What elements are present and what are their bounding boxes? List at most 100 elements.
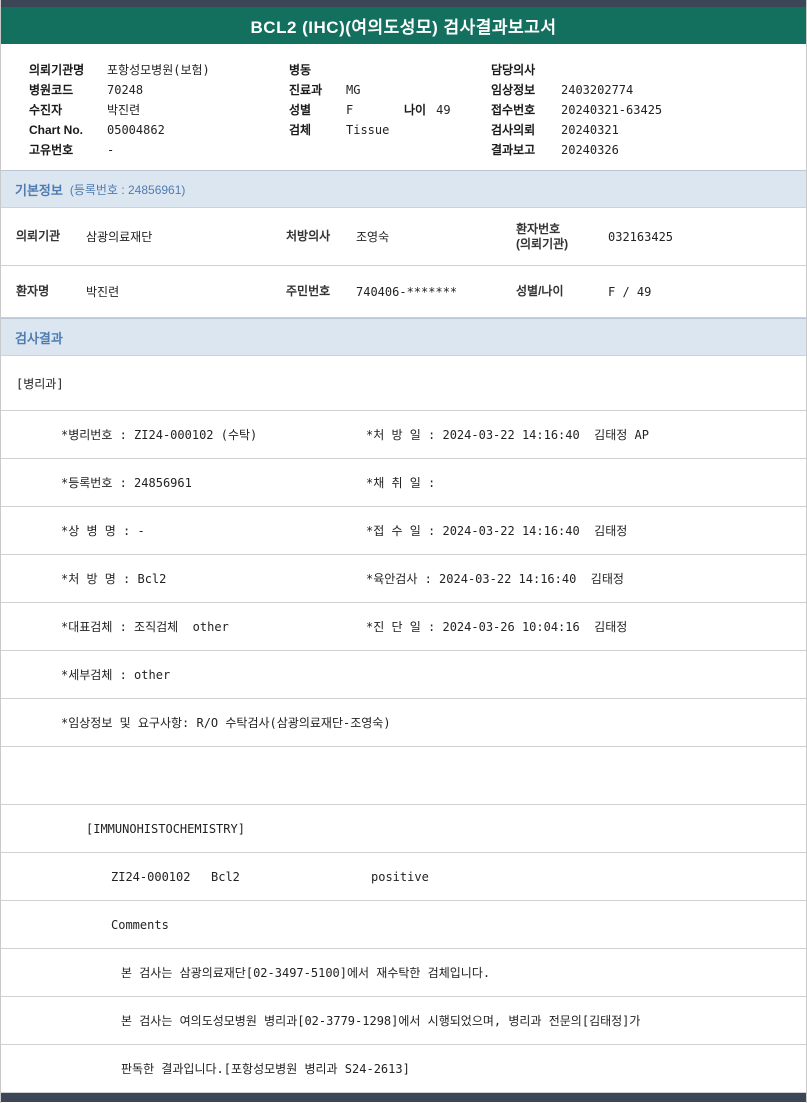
section-title: 검사결과 [15,328,63,347]
field-clinical-info: 임상정보 2403202774 [491,80,798,100]
section-header-basic-info: 기본정보 (등록번호 : 24856961) [1,170,806,208]
comment-line: 본 검사는 여의도성모병원 병리과[02-3779-1298]에서 시행되었으며… [1,997,806,1045]
section-header-results: 검사결과 [1,318,806,356]
bottom-strip [1,1093,806,1102]
detail-left: *대표검체 : 조직검체 other [61,618,366,635]
field-label: Chart No. [29,120,107,140]
detail-right: *육안검사 : 2024-03-22 14:16:40 김태정 [366,570,624,587]
comment-text: 본 검사는 삼광의료재단[02-3497-5100]에서 재수탁한 검체입니다. [121,964,490,981]
field-specimen: 검체 Tissue [289,120,491,140]
field-value: Tissue [346,120,389,140]
field-value: 70248 [107,80,143,100]
detail-row-sub-specimen: *세부검체 : other [1,651,806,699]
patient-header-middle: 병동 진료과 MG 성별 F 나이 49 검체 Tissue [289,60,491,170]
field-label: 병동 [289,60,346,80]
field-label: 담당의사 [491,60,561,80]
comment-line: 본 검사는 삼광의료재단[02-3497-5100]에서 재수탁한 검체입니다. [1,949,806,997]
title-bar: BCL2 (IHC)(여의도성모) 검사결과보고서 [1,7,806,44]
comments-header-row: Comments [1,901,806,949]
field-unique-no: 고유번호 - [29,140,289,160]
ihc-result-value: positive [371,870,429,884]
field-value: 2403202774 [561,80,633,100]
field-label: 병원코드 [29,80,107,100]
field-value-sex: F [346,100,404,120]
top-strip [1,0,806,7]
label-resident-no: 주민번호 [286,284,356,299]
field-value-age: 49 [436,100,450,120]
detail-right: *처 방 일 : 2024-03-22 14:16:40 김태정 AP [366,426,649,443]
field-sex-age: 성별 F 나이 49 [289,100,491,120]
department-label: [병리과] [16,375,64,392]
detail-left: *임상정보 및 요구사항: R/O 수탁검사(삼광의료재단-조영숙) [61,714,391,731]
field-department: 진료과 MG [289,80,491,100]
section-title: 기본정보 [15,180,63,199]
detail-row-diagnosis-name: *상 병 명 : - *접 수 일 : 2024-03-22 14:16:40 … [1,507,806,555]
basic-info-row: 의뢰기관 삼광의료재단 처방의사 조영숙 환자번호 (의뢰기관) 0321634… [1,208,806,266]
label-patient-no: 환자번호 (의뢰기관) [516,222,608,252]
section-subtitle: (등록번호 : 24856961) [70,181,186,198]
detail-left: *처 방 명 : Bcl2 [61,570,366,587]
field-value: MG [346,80,360,100]
detail-left: *등록번호 : 24856961 [61,474,366,491]
ihc-result-row: ZI24-000102 Bcl2 positive [1,853,806,901]
field-report-date: 결과보고 20240326 [491,140,798,160]
field-label: 검사의뢰 [491,120,561,140]
field-label: 진료과 [289,80,346,100]
field-referring-org-name: 의뢰기관명 포항성모병원(보험) [29,60,289,80]
field-label: 검체 [289,120,346,140]
field-patient: 수진자 박진련 [29,100,289,120]
field-value: 20240321-63425 [561,100,662,120]
report-page: BCL2 (IHC)(여의도성모) 검사결과보고서 의뢰기관명 포항성모병원(보… [0,0,807,1103]
detail-row-registration-no: *등록번호 : 24856961 *채 취 일 : [1,459,806,507]
value-patient-no: 032163425 [608,230,806,244]
spacer-row [1,747,806,805]
field-label-age: 나이 [404,100,426,120]
detail-row-main-specimen: *대표검체 : 조직검체 other *진 단 일 : 2024-03-26 1… [1,603,806,651]
patient-header-left: 의뢰기관명 포항성모병원(보험) 병원코드 70248 수진자 박진련 Char… [29,60,289,170]
detail-row-clinical-request: *임상정보 및 요구사항: R/O 수탁검사(삼광의료재단-조영숙) [1,699,806,747]
field-value: 박진련 [107,100,140,120]
field-value: - [107,140,114,160]
ihc-test-name: Bcl2 [211,870,371,884]
label-patient-name: 환자명 [16,284,86,299]
field-label: 결과보고 [491,140,561,160]
patient-header-right: 담당의사 임상정보 2403202774 접수번호 20240321-63425… [491,60,798,170]
value-sex-age: F / 49 [608,285,806,299]
field-label: 수진자 [29,100,107,120]
detail-row-order-name: *처 방 명 : Bcl2 *육안검사 : 2024-03-22 14:16:4… [1,555,806,603]
field-request-date: 검사의뢰 20240321 [491,120,798,140]
ihc-section-label: [IMMUNOHISTOCHEMISTRY] [86,822,245,836]
basic-info-row: 환자명 박진련 주민번호 740406-******* 성별/나이 F / 49 [1,266,806,318]
comment-text: 본 검사는 여의도성모병원 병리과[02-3779-1298]에서 시행되었으며… [121,1012,640,1029]
value-referring-org: 삼광의료재단 [86,228,286,245]
field-label: 고유번호 [29,140,107,160]
comment-text: 판독한 결과입니다.[포항성모병원 병리과 S24-2613] [121,1060,410,1077]
label-sex-age: 성별/나이 [516,284,608,299]
field-label: 접수번호 [491,100,561,120]
comments-label: Comments [111,918,169,932]
detail-right: *접 수 일 : 2024-03-22 14:16:40 김태정 [366,522,627,539]
value-resident-no: 740406-******* [356,285,516,299]
detail-right: *채 취 일 : [366,474,435,491]
field-ward: 병동 [289,60,491,80]
comment-line: 판독한 결과입니다.[포항성모병원 병리과 S24-2613] [1,1045,806,1093]
patient-header: 의뢰기관명 포항성모병원(보험) 병원코드 70248 수진자 박진련 Char… [1,44,806,170]
report-title: BCL2 (IHC)(여의도성모) 검사결과보고서 [251,13,557,38]
ihc-specimen-no: ZI24-000102 [111,870,211,884]
detail-right: *진 단 일 : 2024-03-26 10:04:16 김태정 [366,618,627,635]
detail-row-pathology-no: *병리번호 : ZI24-000102 (수탁) *처 방 일 : 2024-0… [1,411,806,459]
label-prescribing-doctor: 처방의사 [286,229,356,244]
field-doctor-in-charge: 담당의사 [491,60,798,80]
field-hospital-code: 병원코드 70248 [29,80,289,100]
field-value: 20240321 [561,120,619,140]
field-value: 05004862 [107,120,165,140]
field-label: 성별 [289,100,346,120]
ihc-section-row: [IMMUNOHISTOCHEMISTRY] [1,805,806,853]
value-prescribing-doctor: 조영숙 [356,228,516,245]
label-referring-org: 의뢰기관 [16,229,86,244]
field-label: 의뢰기관명 [29,60,107,80]
detail-left: *상 병 명 : - [61,522,366,539]
field-value: 포항성모병원(보험) [107,60,210,80]
field-chart-no: Chart No. 05004862 [29,120,289,140]
department-row: [병리과] [1,356,806,411]
